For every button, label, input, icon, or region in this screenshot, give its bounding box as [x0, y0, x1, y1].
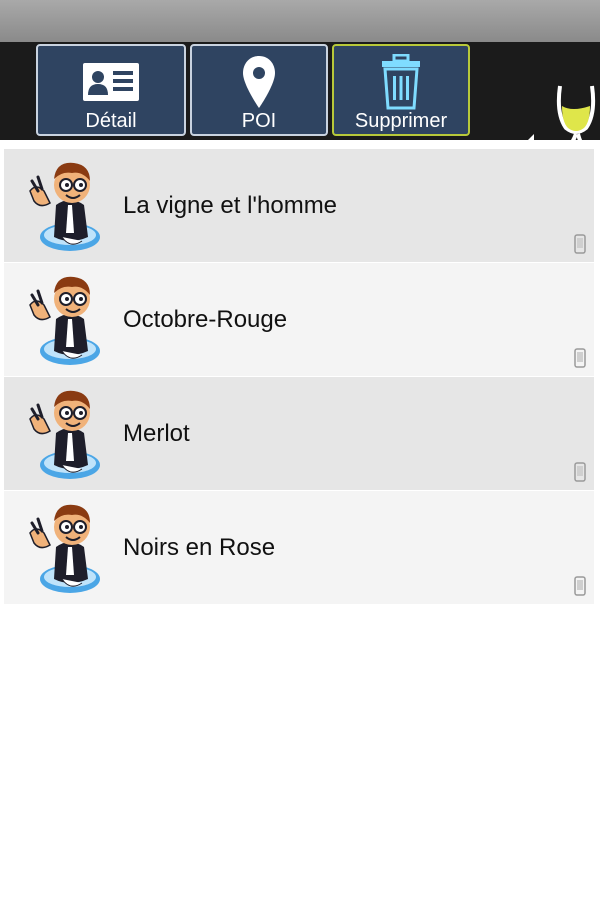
- id-card-icon: [38, 54, 184, 110]
- list-item-title: La vigne et l'homme: [123, 191, 338, 219]
- list-item[interactable]: Merlot: [4, 377, 594, 491]
- delete-button[interactable]: Supprimer: [332, 44, 470, 136]
- status-bar: [0, 0, 600, 42]
- trash-icon: [334, 54, 468, 110]
- poi-button[interactable]: POI: [190, 44, 328, 136]
- list-item-title: Octobre-Rouge: [123, 305, 288, 333]
- detail-button-label: Détail: [85, 110, 137, 132]
- map-pin-icon: [192, 54, 326, 110]
- sommelier-mascot-icon: [29, 390, 100, 479]
- phone-icon: [574, 348, 586, 368]
- phone-icon: [574, 234, 586, 254]
- delete-button-label: Supprimer: [354, 110, 448, 132]
- sommelier-mascot-icon: [29, 162, 100, 251]
- list-item-title: Noirs en Rose: [123, 533, 276, 561]
- list-item[interactable]: Octobre-Rouge: [4, 263, 594, 377]
- toolbar: Détail POI Supprimer: [0, 42, 600, 170]
- poi-button-label: POI: [241, 110, 277, 132]
- list-item[interactable]: Noirs en Rose: [4, 491, 594, 605]
- sommelier-mascot-icon: [29, 504, 100, 593]
- phone-icon: [574, 576, 586, 596]
- phone-icon: [574, 462, 586, 482]
- conversation-list: La vigne et l'homme Octobre-Rouge Merlot…: [4, 149, 594, 605]
- list-item-title: Merlot: [123, 419, 190, 447]
- detail-button[interactable]: Détail: [36, 44, 186, 136]
- sommelier-mascot-icon: [29, 276, 100, 365]
- list-item[interactable]: La vigne et l'homme: [4, 149, 594, 263]
